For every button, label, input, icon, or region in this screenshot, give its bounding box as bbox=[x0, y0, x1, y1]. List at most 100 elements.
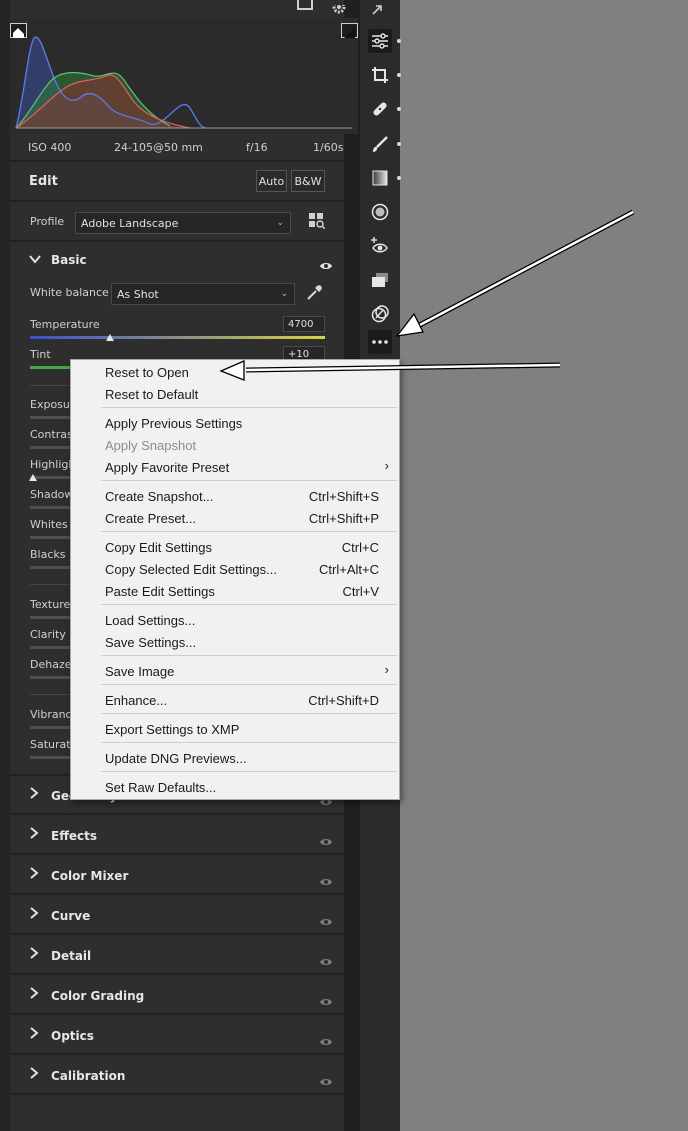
visibility-eye-icon[interactable] bbox=[319, 832, 333, 851]
chevron-right-icon bbox=[29, 947, 39, 963]
profile-browser-icon[interactable] bbox=[309, 213, 326, 230]
tool-indicator bbox=[397, 176, 401, 180]
menu-item-label: Apply Snapshot bbox=[105, 438, 197, 453]
visibility-eye-icon[interactable] bbox=[319, 256, 333, 275]
visibility-eye-icon[interactable] bbox=[319, 992, 333, 1011]
tint-slider-track[interactable] bbox=[30, 366, 70, 369]
menu-item-shortcut: Ctrl+Alt+C bbox=[319, 562, 379, 577]
snapshots-icon[interactable] bbox=[368, 268, 392, 292]
slider-track[interactable] bbox=[30, 566, 70, 569]
profile-dropdown[interactable]: Adobe Landscape ⌄ bbox=[75, 212, 291, 234]
red-eye-icon[interactable] bbox=[368, 234, 392, 258]
aperture-text: f/16 bbox=[246, 141, 268, 154]
menu-item-reset-to-default[interactable]: Reset to Default bbox=[71, 384, 399, 406]
menu-item-label: Set Raw Defaults... bbox=[105, 780, 217, 795]
chevron-right-icon bbox=[29, 787, 39, 803]
menu-item-update-dng-previews[interactable]: Update DNG Previews... bbox=[71, 748, 399, 770]
chevron-right-icon bbox=[29, 987, 39, 1003]
menu-item-shortcut: Ctrl+Shift+S bbox=[308, 489, 379, 504]
section-optics[interactable]: Optics bbox=[10, 1017, 344, 1055]
menu-item-enhance[interactable]: Enhance... Ctrl+Shift+D bbox=[71, 690, 399, 712]
linear-gradient-icon[interactable] bbox=[368, 166, 392, 190]
tool-indicator bbox=[397, 107, 401, 111]
gear-icon[interactable] bbox=[331, 0, 347, 14]
shadow-clipping-icon[interactable] bbox=[10, 23, 27, 38]
visibility-eye-icon[interactable] bbox=[319, 1072, 333, 1091]
slider-track[interactable] bbox=[30, 676, 70, 679]
menu-item-label: Apply Previous Settings bbox=[105, 416, 243, 431]
menu-separator bbox=[101, 655, 397, 656]
temperature-slider-thumb[interactable] bbox=[105, 334, 114, 341]
menu-item-copy-selected-edit-settings[interactable]: Copy Selected Edit Settings... Ctrl+Alt+C bbox=[71, 559, 399, 581]
menu-item-save-settings[interactable]: Save Settings... bbox=[71, 632, 399, 654]
slider-label: Dehaze bbox=[30, 658, 72, 671]
active-indicator bbox=[397, 39, 401, 43]
export-icon[interactable] bbox=[297, 0, 313, 10]
menu-item-shortcut: Ctrl+Shift+P bbox=[308, 511, 379, 526]
visibility-eye-icon[interactable] bbox=[319, 912, 333, 931]
visibility-eye-icon[interactable] bbox=[319, 872, 333, 891]
menu-item-set-raw-defaults[interactable]: Set Raw Defaults... bbox=[71, 777, 399, 799]
crop-icon[interactable] bbox=[368, 63, 392, 87]
auto-button[interactable]: Auto bbox=[256, 170, 287, 192]
temperature-slider-track[interactable] bbox=[30, 336, 325, 339]
menu-item-save-image[interactable]: Save Image › bbox=[71, 661, 399, 683]
menu-item-apply-favorite-preset[interactable]: Apply Favorite Preset › bbox=[71, 457, 399, 479]
slider-track[interactable] bbox=[30, 446, 70, 449]
highlight-clipping-icon[interactable] bbox=[341, 23, 358, 38]
more-options-icon[interactable] bbox=[368, 330, 392, 354]
menu-item-label: Reset to Default bbox=[105, 387, 199, 402]
chevron-down-icon[interactable] bbox=[29, 253, 41, 268]
menu-item-export-settings-to-xmp[interactable]: Export Settings to XMP bbox=[71, 719, 399, 741]
menu-separator bbox=[101, 480, 397, 481]
group-divider bbox=[30, 694, 70, 695]
tool-indicator bbox=[397, 142, 401, 146]
menu-item-paste-edit-settings[interactable]: Paste Edit Settings Ctrl+V bbox=[71, 581, 399, 603]
section-calibration[interactable]: Calibration bbox=[10, 1057, 344, 1095]
section-curve[interactable]: Curve bbox=[10, 897, 344, 935]
section-detail[interactable]: Detail bbox=[10, 937, 344, 975]
menu-separator bbox=[101, 407, 397, 408]
section-color-grading[interactable]: Color Grading bbox=[10, 977, 344, 1015]
menu-item-apply-previous-settings[interactable]: Apply Previous Settings bbox=[71, 413, 399, 435]
eyedropper-icon[interactable] bbox=[305, 284, 323, 302]
slider-track[interactable] bbox=[30, 506, 70, 509]
radial-gradient-icon[interactable] bbox=[368, 200, 392, 224]
slider-track[interactable] bbox=[30, 726, 70, 729]
section-color-mixer[interactable]: Color Mixer bbox=[10, 857, 344, 895]
slider-track[interactable] bbox=[30, 616, 70, 619]
iso-text: ISO 400 bbox=[28, 141, 72, 154]
expand-icon[interactable] bbox=[371, 0, 385, 15]
highlights-slider-thumb[interactable] bbox=[29, 474, 37, 481]
menu-item-load-settings[interactable]: Load Settings... bbox=[71, 610, 399, 632]
slider-label: Blacks bbox=[30, 548, 66, 561]
white-balance-value: As Shot bbox=[117, 287, 159, 301]
menu-item-create-snapshot[interactable]: Create Snapshot... Ctrl+Shift+S bbox=[71, 486, 399, 508]
menu-item-label: Enhance... bbox=[105, 693, 168, 708]
slider-track[interactable] bbox=[30, 646, 70, 649]
edit-sliders-icon[interactable] bbox=[368, 29, 392, 53]
bw-button[interactable]: B&W bbox=[291, 170, 325, 192]
healing-icon[interactable] bbox=[368, 97, 392, 121]
menu-item-copy-edit-settings[interactable]: Copy Edit Settings Ctrl+C bbox=[71, 537, 399, 559]
basic-section-title[interactable]: Basic bbox=[51, 253, 87, 267]
white-balance-dropdown[interactable]: As Shot ⌄ bbox=[111, 283, 295, 305]
edit-title: Edit bbox=[29, 174, 58, 189]
section-effects[interactable]: Effects bbox=[10, 817, 344, 855]
visibility-eye-icon[interactable] bbox=[319, 1032, 333, 1051]
visibility-eye-icon[interactable] bbox=[319, 952, 333, 971]
menu-item-shortcut: Ctrl+V bbox=[342, 584, 379, 599]
slider-track[interactable] bbox=[30, 756, 70, 759]
menu-item-create-preset[interactable]: Create Preset... Ctrl+Shift+P bbox=[71, 508, 399, 530]
temperature-value[interactable]: 4700 bbox=[283, 316, 325, 332]
chevron-right-icon bbox=[29, 907, 39, 923]
section-title: Effects bbox=[51, 829, 98, 843]
slider-track[interactable] bbox=[30, 416, 70, 419]
histogram bbox=[10, 18, 358, 134]
slider-label: Highligh bbox=[30, 458, 76, 471]
menu-item-label: Reset to Open bbox=[105, 365, 189, 380]
presets-icon[interactable] bbox=[368, 302, 392, 326]
slider-track[interactable] bbox=[30, 536, 70, 539]
menu-item-reset-to-open[interactable]: Reset to Open bbox=[71, 362, 399, 384]
brush-icon[interactable] bbox=[368, 132, 392, 156]
